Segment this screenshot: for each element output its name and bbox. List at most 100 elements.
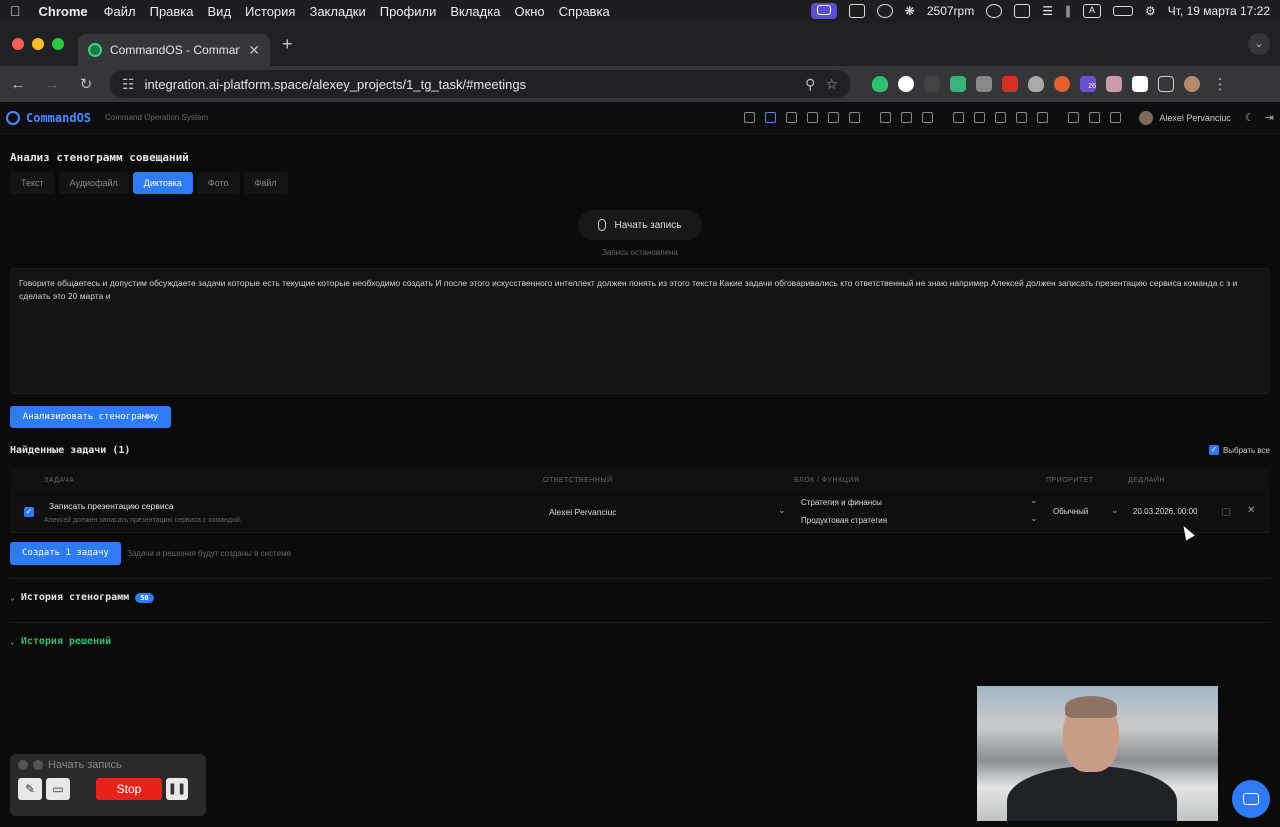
create-tasks-button[interactable]: Создать 1 задачу (10, 542, 121, 565)
zoom-window-button[interactable] (52, 38, 64, 50)
browser-tab-active[interactable]: CommandOS - Command Op ✕ (78, 34, 270, 66)
tab-text[interactable]: Текст (10, 172, 55, 194)
transcript-textarea[interactable]: Говорите общаетесь и допустим обсуждаете… (10, 268, 1270, 394)
tab-search-icon[interactable]: ⌄ (1248, 33, 1270, 55)
select-all-checkbox[interactable]: ✓ (1208, 445, 1219, 455)
remove-task-icon[interactable]: ✕ (1247, 505, 1255, 516)
menubar-item-window[interactable]: Окно (514, 4, 544, 19)
keyboard-layout-icon[interactable]: A (1082, 4, 1101, 18)
leaf-icon[interactable] (876, 4, 893, 18)
tab-photo[interactable]: Фото (196, 172, 240, 194)
theme-moon-icon[interactable]: ☾ (1245, 111, 1255, 124)
address-url[interactable]: integration.ai-platform.space/alexey_pro… (145, 77, 796, 92)
ext-shield-gray-icon[interactable] (1028, 76, 1044, 92)
stop-recording-button[interactable]: Stop (96, 778, 162, 800)
reload-icon[interactable]: ↻ (76, 75, 96, 93)
grid-icon[interactable] (744, 112, 756, 123)
pen-tool-icon[interactable]: ✎ (18, 778, 42, 800)
ext-green-icon[interactable] (950, 76, 966, 92)
commandos-logo-icon[interactable] (6, 110, 20, 125)
decisions-history-toggle[interactable]: ⌄ История решений (10, 636, 111, 647)
tab-file[interactable]: Файл (243, 172, 288, 194)
book-icon[interactable] (974, 112, 986, 123)
task-description[interactable]: Алексей должен записать презентацию серв… (44, 517, 242, 524)
menubar-app-name[interactable]: Chrome (39, 4, 88, 19)
menubar-item-file[interactable]: Файл (104, 4, 136, 19)
select-all-toggle[interactable]: ✓ Выбрать все (1208, 445, 1270, 455)
ext-drive-icon[interactable] (976, 76, 992, 92)
transcript-history-toggle[interactable]: ⌄ История стенограмм 50 (10, 592, 154, 603)
logout-icon[interactable]: ⇥ (1265, 111, 1274, 124)
paperclip-icon[interactable]: ∥ (1065, 4, 1071, 18)
block-chevron-down-icon[interactable]: ⌄ (1030, 495, 1038, 506)
address-bar[interactable]: ☷ integration.ai-platform.space/alexey_p… (110, 70, 850, 98)
fan-icon[interactable]: ❋ (905, 4, 915, 18)
layers-icon[interactable]: ☰ (1042, 4, 1053, 18)
recorder-close-button[interactable] (18, 760, 28, 770)
pause-recording-button[interactable]: ❚❚ (166, 778, 188, 800)
ext-s-icon[interactable] (1002, 76, 1018, 92)
ext-badge-icon[interactable]: 26 (1080, 76, 1096, 92)
open-book-icon[interactable] (995, 112, 1007, 123)
user-menu[interactable]: Alexei Pervanciuc (1139, 110, 1231, 125)
flask-icon[interactable] (1089, 112, 1101, 123)
screen-share-icon[interactable] (810, 3, 837, 19)
tab-audio-file[interactable]: Аудиофайл (58, 172, 129, 194)
cart-icon[interactable] (807, 112, 819, 123)
app-brand[interactable]: CommandOS (26, 111, 91, 125)
ext-p-icon[interactable] (1132, 76, 1148, 92)
start-recording-button[interactable]: Начать запись (578, 210, 702, 240)
activity-icon[interactable] (1068, 112, 1080, 123)
menubar-item-view[interactable]: Вид (208, 4, 232, 19)
chat-button[interactable] (1232, 780, 1270, 818)
users-icon[interactable] (880, 112, 892, 123)
browser-menu-icon[interactable]: ⋮ (1210, 75, 1230, 93)
ext-folder-icon[interactable] (1106, 76, 1122, 92)
menubar-item-profiles[interactable]: Профили (380, 4, 437, 19)
task-select-checkbox[interactable]: ✓ (24, 507, 34, 517)
settings-icon[interactable] (1110, 112, 1122, 123)
ext-dots-icon[interactable] (898, 76, 914, 92)
calendar-picker-icon[interactable] (1222, 508, 1230, 516)
menubar-datetime[interactable]: Чт, 19 марта 17:22 (1168, 4, 1270, 18)
task-owner-select[interactable]: Alexei Pervanciuc (549, 507, 617, 517)
bookmark-star-icon[interactable]: ☆ (825, 76, 838, 93)
back-icon[interactable]: ← (8, 76, 28, 93)
ext-recycle-icon[interactable] (924, 76, 940, 92)
bolt-icon[interactable] (986, 4, 1003, 18)
webcam-preview[interactable] (977, 686, 1218, 821)
fan-rpm[interactable]: 2507rpm (927, 4, 974, 18)
menubar-item-history[interactable]: История (245, 4, 295, 19)
analyze-transcript-button[interactable]: Анализировать стенограмму (10, 406, 171, 428)
menubar-item-tab[interactable]: Вкладка (450, 4, 500, 19)
battery-icon[interactable] (1112, 6, 1133, 16)
recorder-minimize-button[interactable] (33, 760, 43, 770)
close-window-button[interactable] (12, 38, 24, 50)
hierarchy-icon[interactable] (953, 112, 965, 123)
menubar-item-bookmarks[interactable]: Закладки (309, 4, 365, 19)
meetings-icon[interactable] (765, 112, 777, 123)
ext-shield-icon[interactable] (872, 76, 888, 92)
close-tab-icon[interactable]: ✕ (248, 42, 260, 59)
document-edit-icon[interactable] (786, 112, 798, 123)
new-tab-icon[interactable]: + (282, 34, 293, 55)
function-chevron-down-icon[interactable]: ⌄ (1030, 513, 1038, 524)
tab-dictation[interactable]: Диктовка (132, 172, 193, 194)
task-function-select[interactable]: Продуктовая стратегия (801, 516, 887, 525)
owner-chevron-down-icon[interactable]: ⌄ (778, 505, 786, 516)
task-priority-select[interactable]: Обычный (1053, 507, 1088, 516)
shield-icon[interactable] (848, 4, 865, 18)
priority-chevron-down-icon[interactable]: ⌄ (1111, 505, 1119, 516)
extensions-puzzle-icon[interactable] (1158, 76, 1174, 92)
task-block-select[interactable]: Стратегия и финансы (801, 498, 882, 507)
archive-icon[interactable] (1016, 112, 1028, 123)
display-icon[interactable] (1014, 4, 1031, 18)
image-icon[interactable] (1037, 112, 1049, 123)
menubar-item-edit[interactable]: Правка (150, 4, 194, 19)
file-icon[interactable] (849, 112, 861, 123)
profile-avatar[interactable] (1184, 76, 1200, 92)
control-center-icon[interactable]: ⚙ (1145, 4, 1156, 18)
calendar-icon[interactable] (828, 112, 840, 123)
forward-icon[interactable]: → (42, 76, 62, 93)
apple-icon[interactable]:  (10, 3, 21, 19)
